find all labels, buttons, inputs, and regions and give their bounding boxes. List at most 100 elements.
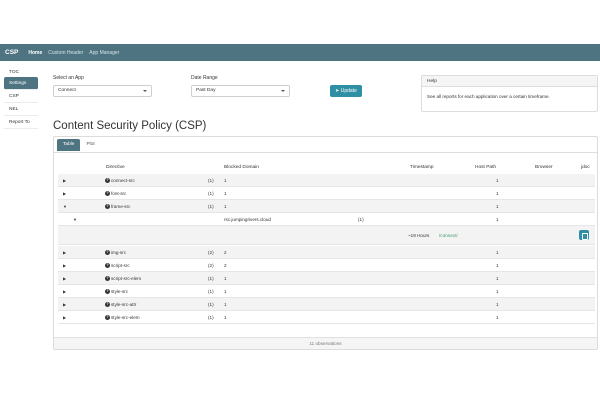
directive-name: style-src-attr <box>111 302 137 307</box>
host-path-count: 1 <box>496 178 499 183</box>
app-select-value: Connect <box>58 88 76 93</box>
tab-table[interactable]: Table <box>57 139 81 151</box>
sidebar-item-settings[interactable]: Settings <box>4 77 38 90</box>
blocked-count: 1 <box>224 315 227 320</box>
collapse-arrow-icon[interactable]: ▼ <box>63 200 67 213</box>
col-header-jdoc[interactable]: jdoc <box>581 165 590 170</box>
sidebar-item-csp[interactable]: CSP <box>4 90 38 103</box>
directive-name: frame-src <box>111 204 131 209</box>
directive-name: img-src <box>111 250 127 255</box>
table-row[interactable]: ▶ ? script-src-elem (1) 1 1 <box>58 272 595 285</box>
blocked-count: 2 <box>224 263 227 268</box>
help-circle-icon: ? <box>105 302 110 308</box>
host-path-count: 1 <box>496 204 499 209</box>
expand-arrow-icon[interactable]: ▶ <box>63 259 66 272</box>
expand-arrow-icon[interactable]: ▶ <box>63 187 66 200</box>
directive-name: script-src-elem <box>111 276 142 281</box>
blocked-domain: rsc.jumpingrivers.cloud <box>224 217 271 222</box>
col-header-directive[interactable]: Directive <box>106 165 125 170</box>
table-row[interactable]: ▶ ? img-src (2) 2 1 <box>58 246 595 259</box>
help-circle-icon: ? <box>105 276 110 282</box>
rocket-icon: ➤ <box>335 88 340 94</box>
detail-timestamp: ~19 Hours <box>408 233 430 238</box>
directive-count: (1) <box>208 289 214 294</box>
table-row[interactable]: ▶ ? style-src (1) 1 1 <box>58 285 595 298</box>
host-path-count: 1 <box>496 263 499 268</box>
page-title: Content Security Policy (CSP) <box>53 120 207 132</box>
blocked-count: 2 <box>224 250 227 255</box>
directive-count: (1) <box>208 315 214 320</box>
date-range-value: Past Day <box>196 88 216 93</box>
app-select-label: Select an App <box>53 75 84 81</box>
blocked-count: 1 <box>224 191 227 196</box>
host-path-count: 1 <box>496 315 499 320</box>
table-row[interactable]: ▼ ? frame-src (1) 1 1 <box>58 200 595 213</box>
host-path-count: 1 <box>496 289 499 294</box>
table-subrow[interactable]: ▼ rsc.jumpingrivers.cloud (1) 1 <box>58 213 595 226</box>
col-header-timestamp[interactable]: Timestamp <box>410 165 434 170</box>
help-circle-icon: ? <box>105 178 110 184</box>
help-circle-icon: ? <box>105 289 110 295</box>
blocked-count: 1 <box>224 302 227 307</box>
table-row[interactable]: ▶ ? script-src (2) 2 1 <box>58 259 595 272</box>
date-range-label: Date Range <box>191 75 218 81</box>
browser-top-area <box>0 0 600 44</box>
host-path-count: 1 <box>496 250 499 255</box>
directive-name: script-src <box>111 263 130 268</box>
nav-app-manager[interactable]: App Manager <box>89 50 119 56</box>
directive-name: style-src <box>111 289 129 294</box>
table-row[interactable]: ▶ ? style-src-elem (1) 1 1 <box>58 311 595 324</box>
host-path-count: 1 <box>496 276 499 281</box>
expand-arrow-icon[interactable]: ▶ <box>63 311 66 324</box>
blocked-count: 1 <box>224 276 227 281</box>
directive-count: (1) <box>208 276 214 281</box>
directive-count: (2) <box>208 263 214 268</box>
chevron-down-icon <box>143 90 147 92</box>
update-button-label: Update <box>340 88 357 94</box>
table-footer: 11 observations <box>54 337 597 349</box>
expand-arrow-icon[interactable]: ▶ <box>63 246 66 259</box>
results-panel: Table Plot Directive Blocked Domain Time… <box>53 136 598 350</box>
table-row[interactable]: ▶ ? style-src-attr (1) 1 1 <box>58 298 595 311</box>
blocked-count: 1 <box>224 289 227 294</box>
detail-row: ~19 Hours /connect/ <box>58 226 595 245</box>
expand-arrow-icon[interactable]: ▶ <box>63 272 66 285</box>
directive-count: (1) <box>208 204 214 209</box>
col-header-host-path[interactable]: Host Path <box>475 165 496 170</box>
copy-button[interactable] <box>579 230 589 240</box>
directive-count: (1) <box>208 178 214 183</box>
host-path-count: 1 <box>496 302 499 307</box>
directive-count: (1) <box>208 191 214 196</box>
sidebar-item-toc[interactable]: TOC <box>4 68 38 77</box>
tab-divider <box>54 152 597 153</box>
sidebar-item-nel[interactable]: NEL <box>4 103 38 116</box>
tab-plot[interactable]: Plot <box>80 139 100 151</box>
update-button[interactable]: ➤ Update <box>330 85 362 97</box>
directive-name: font-src <box>111 191 127 196</box>
nav-custom-header[interactable]: Custom Header <box>48 50 83 56</box>
expand-arrow-icon[interactable]: ▶ <box>63 298 66 311</box>
help-circle-icon: ? <box>105 204 110 210</box>
blocked-domain-count: (1) <box>358 217 364 222</box>
host-path-count: 1 <box>496 217 499 222</box>
directive-count: (2) <box>208 250 214 255</box>
directive-name: style-src-elem <box>111 315 140 320</box>
table-row[interactable]: ▶ ? font-src (1) 1 1 <box>58 187 595 200</box>
host-path-count: 1 <box>496 191 499 196</box>
col-header-blocked-domain[interactable]: Blocked Domain <box>224 165 259 170</box>
help-text: See all reports for each application ove… <box>427 94 550 99</box>
expand-arrow-icon[interactable]: ▶ <box>63 285 66 298</box>
table-row[interactable]: ▶ ? connect-src (1) 1 1 <box>58 174 595 187</box>
expand-arrow-icon[interactable]: ▶ <box>63 174 66 187</box>
date-range-select[interactable]: Past Day <box>191 85 290 97</box>
col-header-browser[interactable]: Browser <box>535 165 553 170</box>
help-panel: Help See all reports for each applicatio… <box>421 75 598 112</box>
help-circle-icon: ? <box>105 191 110 197</box>
directive-name: connect-src <box>111 178 135 183</box>
help-title: Help <box>422 76 597 87</box>
app-select[interactable]: Connect <box>53 85 152 97</box>
collapse-arrow-icon[interactable]: ▼ <box>73 213 77 226</box>
nav-home[interactable]: Home <box>28 50 42 56</box>
sidebar-item-report-to[interactable]: Report To <box>4 116 38 129</box>
detail-path: /connect/ <box>439 233 458 238</box>
